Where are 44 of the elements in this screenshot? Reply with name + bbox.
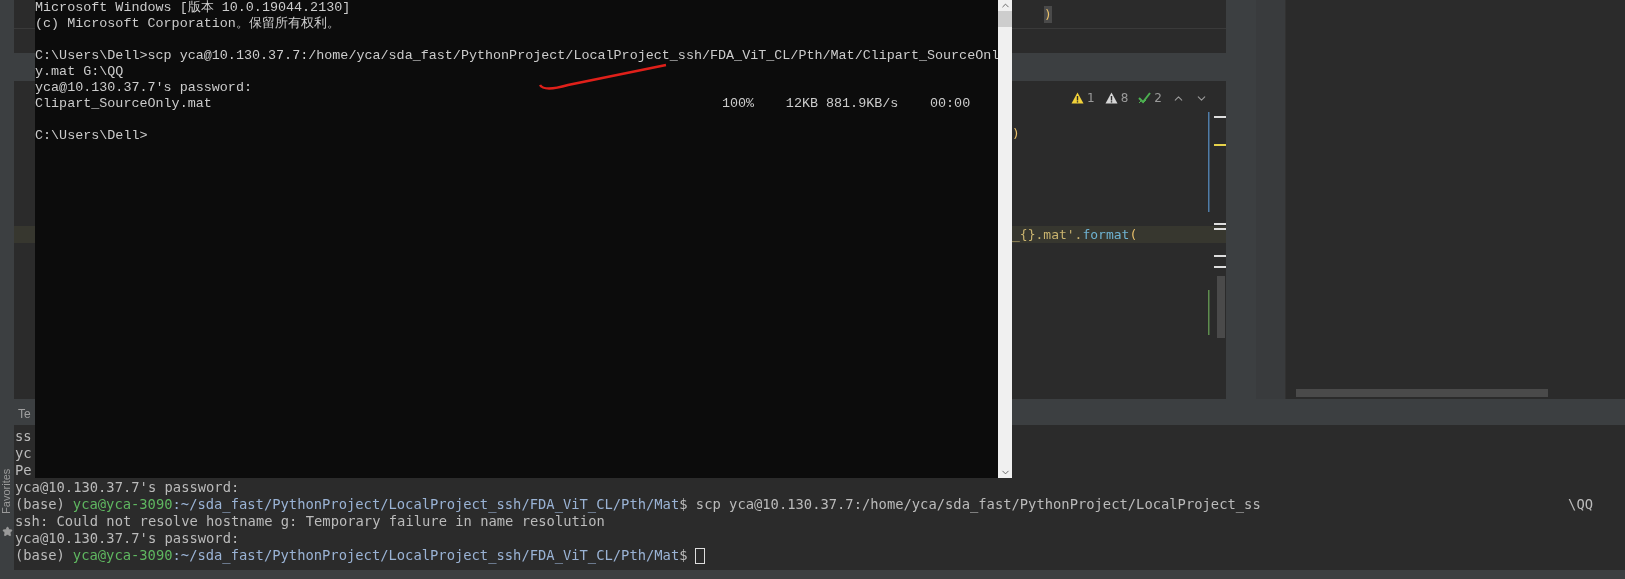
prompt-path: :~/sda_fast/PythonProject/LocalProject_ssh/FDA_ViT_CL/Pth/Mat [172,547,680,564]
console-line: y.mat G:\QQ [35,64,124,80]
file-name: Clipart_SourceOnly.mat [35,96,213,112]
file-size: 12KB [784,96,818,112]
check-icon [1138,92,1152,104]
terminal-line: ssh: Could not resolve hostname g: Temporary failure in name resolution [15,513,606,530]
favorites-tab[interactable]: Favorites [0,468,16,514]
terminal-command: $ [679,547,688,564]
prompt-path: :~/sda_fast/PythonProject/LocalProject_ssh/FDA_ViT_CL/Pth/Mat [172,496,680,513]
conda-env: (base) [15,496,65,513]
transfer-speed: 881.9KB/s [826,96,900,112]
terminal-line: ss [15,428,32,445]
code-token: _{}.mat'. [1012,226,1083,243]
progress-percent: 100% [722,96,756,112]
console-line: (c) Microsoft Corporation。保留所有权利。 [35,16,340,32]
code-token: ) [1012,125,1020,142]
console-line: C:\Users\Dell> [35,128,148,144]
scrollbar-thumb[interactable] [998,11,1012,27]
inspection-count[interactable]: 1 [1071,89,1095,107]
terminal-command: $ scp yca@10.130.37.7:/home/yca/sda_fast/PythonProject/LocalProject_ss [679,496,1261,513]
elapsed-time: 00:00 [930,96,971,112]
terminal-line: yc [15,445,32,462]
terminal-command-end: \QQ [1568,496,1593,513]
code-token: ) [1044,5,1052,23]
code-token: ( [1129,226,1138,243]
terminal-line: Pe [15,462,32,479]
horizontal-scrollbar[interactable] [1296,389,1548,397]
conda-env: (base) [15,547,65,564]
inspection-count[interactable]: 8 [1104,89,1129,107]
code-token: format [1082,226,1130,243]
console-line: yca@10.130.37.7's password: [35,80,252,96]
terminal-line: yca@10.130.37.7's password: [15,479,241,496]
console-line: C:\Users\Dell>scp yca@10.130.37.7:/home/yca/sda_fast/PythonProject/LocalProject_ssh/FDA_ViT_CL/Pth/Mat/Clipart_SourceOnl [35,48,998,64]
terminal-tab[interactable]: Te [18,405,31,425]
vertical-scrollbar[interactable] [998,0,1012,478]
warning-icon [1071,92,1085,104]
star-icon [1,526,13,537]
warning-icon [1104,92,1118,104]
prompt-user: yca@yca-3090 [72,547,173,564]
text-cursor [694,547,705,564]
terminal-line: yca@10.130.37.7's password: [15,530,241,547]
console-line: Microsoft Windows [版本 10.0.19044.2130] [35,0,351,16]
prompt-user: yca@yca-3090 [72,496,173,513]
inspection-count[interactable]: 2 [1138,89,1162,107]
